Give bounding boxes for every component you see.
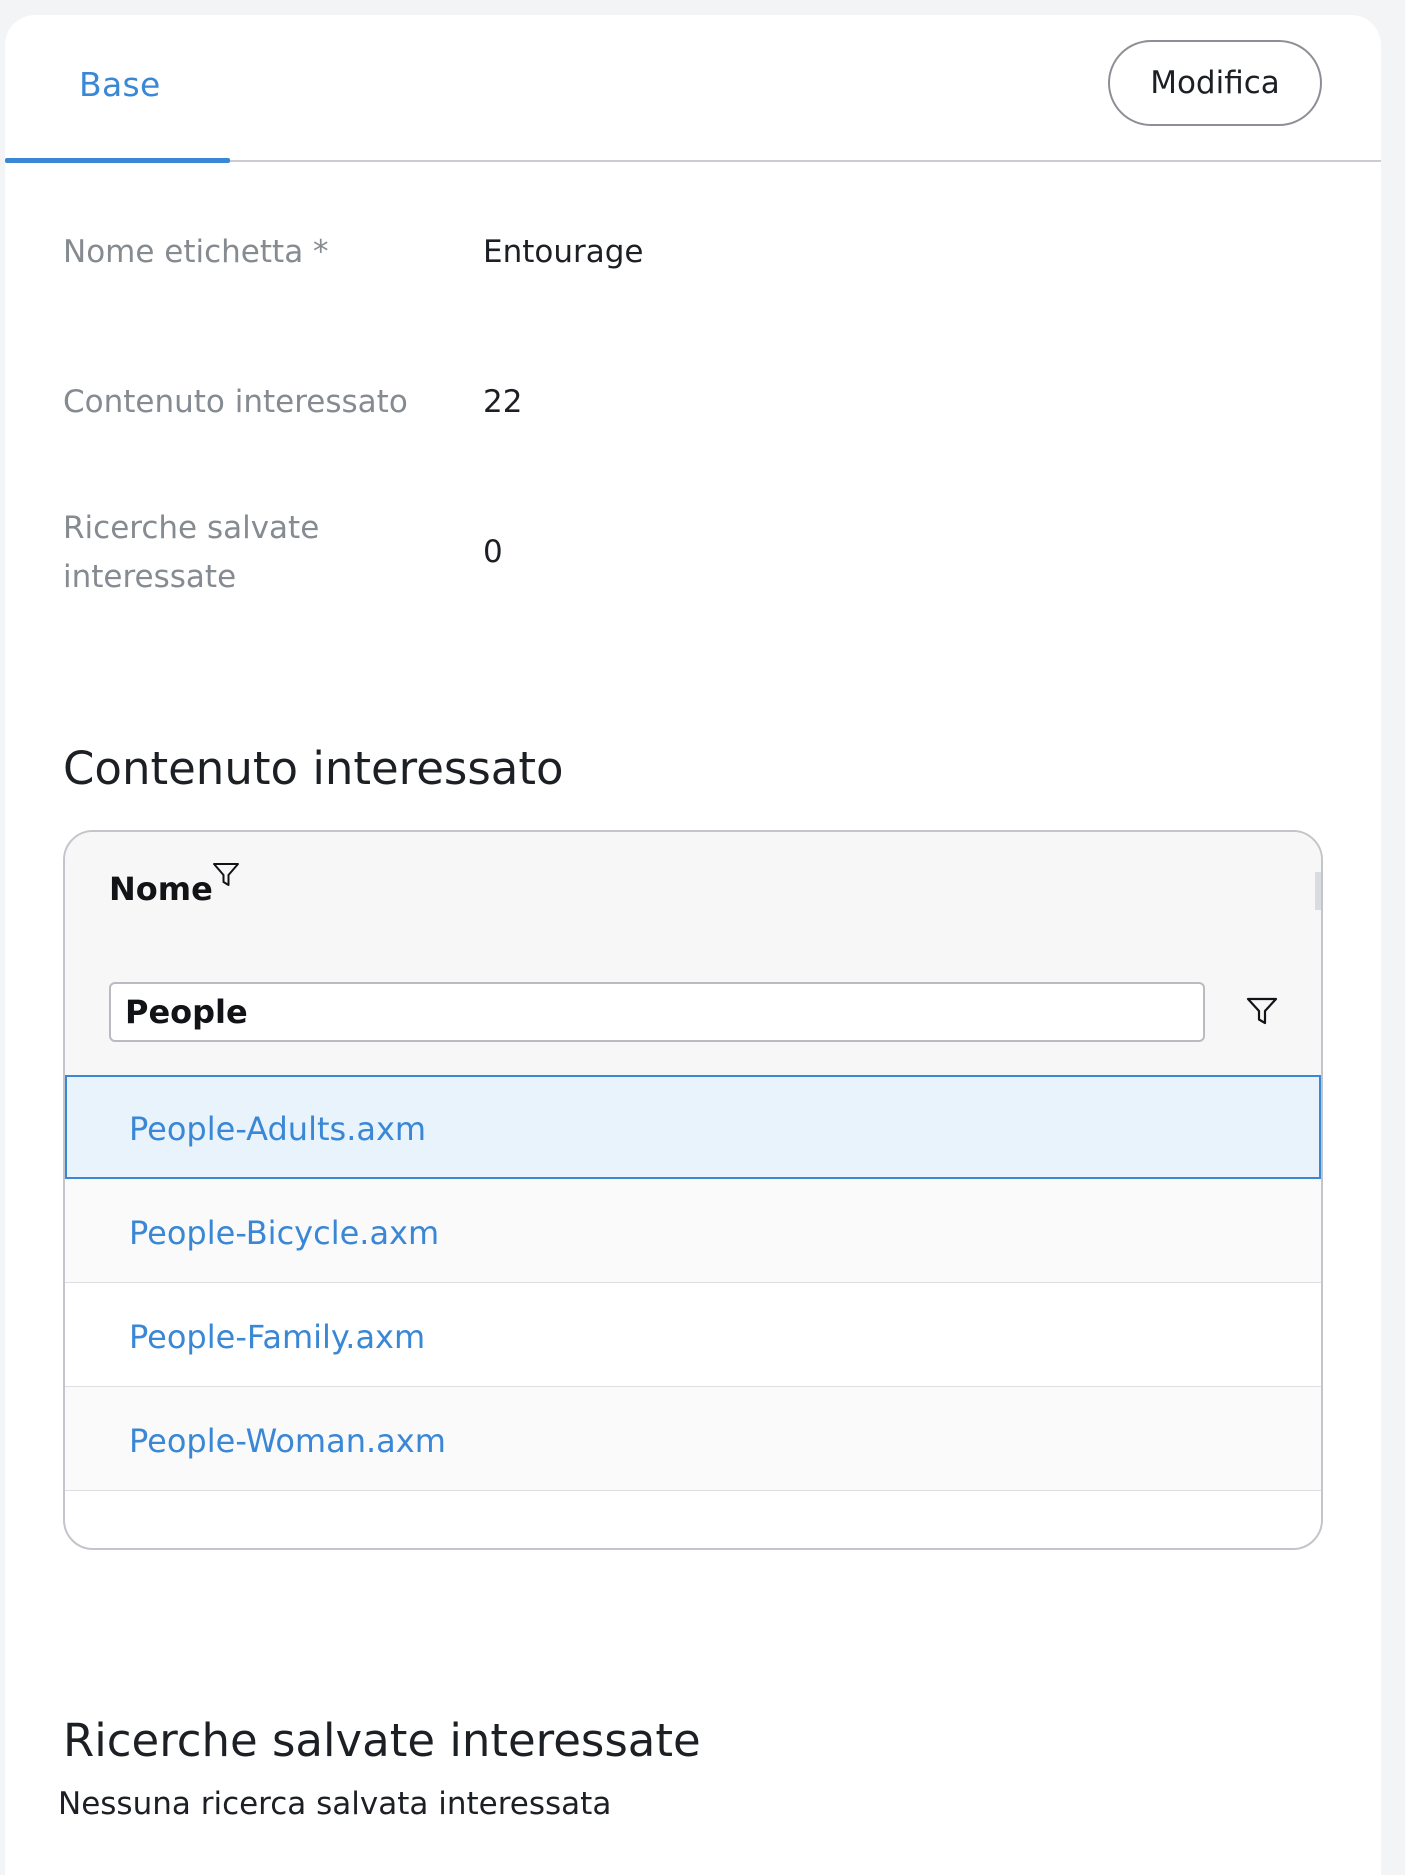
tab-base-label: Base xyxy=(79,65,161,104)
label-name-label: Nome etichetta * xyxy=(63,234,329,270)
file-link[interactable]: People-Adults.axm xyxy=(129,1109,426,1149)
file-link[interactable]: People-Bicycle.axm xyxy=(129,1213,439,1253)
filter-icon[interactable] xyxy=(1245,994,1279,1028)
affected-content-table: Nome People-Adults.axm People-Bicycle.ax… xyxy=(63,830,1323,1550)
column-header-name[interactable]: Nome xyxy=(109,870,213,908)
affected-searches-title: Ricerche salvate interessate xyxy=(63,1714,701,1767)
table-header: Nome xyxy=(65,832,1321,1075)
file-link[interactable]: People-Family.axm xyxy=(129,1317,425,1357)
label-name-value: Entourage xyxy=(483,234,644,270)
table-body: People-Adults.axm People-Bicycle.axm Peo… xyxy=(65,1075,1321,1491)
affected-content-label: Contenuto interessato xyxy=(63,384,408,420)
affected-content-title: Contenuto interessato xyxy=(63,742,564,795)
scrollbar-thumb[interactable] xyxy=(1315,872,1321,910)
label-detail-panel: Base Modifica Nome etichetta * Entourage… xyxy=(5,15,1381,1875)
table-row[interactable]: People-Woman.axm xyxy=(65,1387,1321,1491)
affected-content-count: 22 xyxy=(483,384,523,420)
no-searches-message: Nessuna ricerca salvata interessata xyxy=(58,1786,612,1822)
column-filter-icon[interactable] xyxy=(211,860,241,890)
edit-button[interactable]: Modifica xyxy=(1108,40,1322,126)
tab-base[interactable]: Base xyxy=(5,15,230,163)
affected-searches-label-line2: interessate xyxy=(63,559,237,595)
name-filter-input[interactable] xyxy=(109,982,1205,1042)
active-tab-indicator xyxy=(5,158,230,163)
table-row[interactable]: People-Bicycle.axm xyxy=(65,1179,1321,1283)
affected-searches-count: 0 xyxy=(483,534,503,570)
affected-searches-label-line1: Ricerche salvate xyxy=(63,510,320,546)
tab-bar: Base Modifica xyxy=(5,15,1381,163)
file-link[interactable]: People-Woman.axm xyxy=(129,1421,446,1461)
table-row[interactable]: People-Family.axm xyxy=(65,1283,1321,1387)
table-row[interactable]: People-Adults.axm xyxy=(65,1075,1321,1179)
